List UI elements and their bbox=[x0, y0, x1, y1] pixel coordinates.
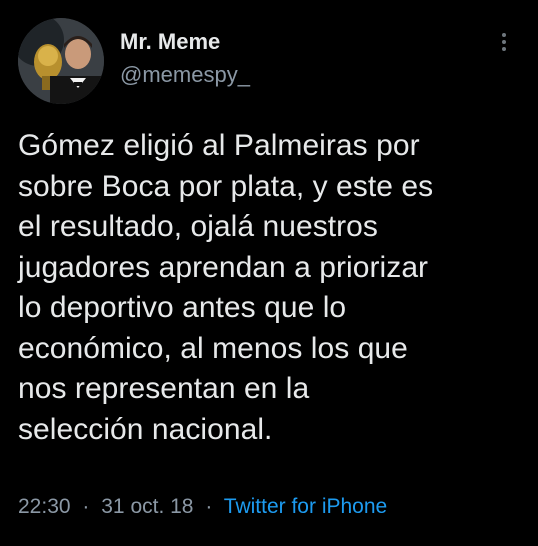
more-vertical-icon[interactable] bbox=[494, 30, 514, 58]
tweet-metadata: 22:30 · 31 oct. 18 · Twitter for iPhone bbox=[18, 492, 387, 522]
separator-dot: · bbox=[82, 495, 90, 518]
more-dot bbox=[502, 33, 506, 37]
tweet-time[interactable]: 22:30 bbox=[18, 495, 71, 518]
more-dot bbox=[502, 40, 506, 44]
author-avatar[interactable] bbox=[18, 18, 104, 104]
author-display-name[interactable]: Mr. Meme bbox=[120, 28, 250, 56]
more-dot bbox=[502, 47, 506, 51]
author-names: Mr. Meme @memespy_ bbox=[120, 28, 250, 90]
tweet-date[interactable]: 31 oct. 18 bbox=[101, 495, 193, 518]
author-handle[interactable]: @memespy_ bbox=[120, 60, 250, 90]
avatar-image bbox=[18, 18, 104, 104]
tweet-card: Mr. Meme @memespy_ Gómez eligió al Palme… bbox=[0, 0, 538, 546]
tweet-header: Mr. Meme @memespy_ bbox=[18, 18, 520, 108]
separator-dot: · bbox=[205, 495, 213, 518]
tweet-text: Gómez eligió al Palmeiras por sobre Boca… bbox=[18, 129, 434, 446]
tweet-source-link[interactable]: Twitter for iPhone bbox=[224, 495, 387, 518]
